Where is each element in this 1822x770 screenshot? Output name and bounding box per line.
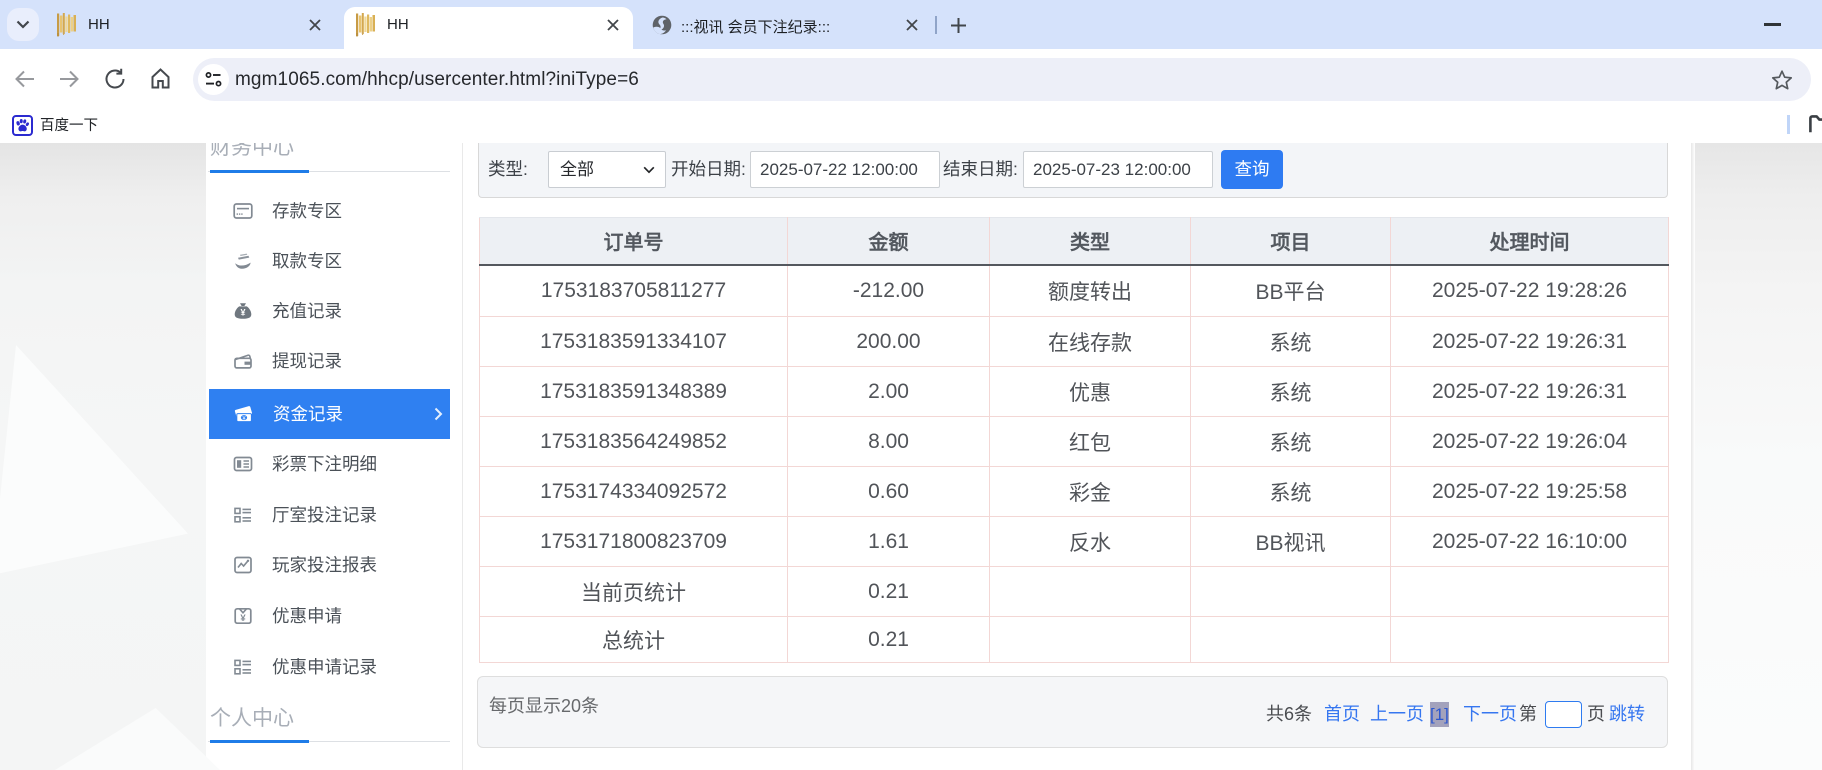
svg-text:¥: ¥ (240, 613, 246, 624)
svg-text:¥: ¥ (240, 308, 245, 318)
